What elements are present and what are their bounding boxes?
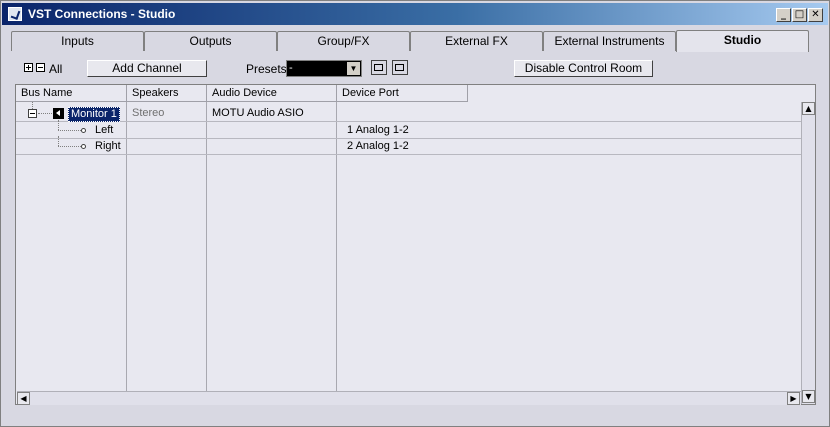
bus-name-left[interactable]: Left — [95, 123, 113, 138]
column-header-bus-name[interactable]: Bus Name — [16, 85, 127, 102]
store-preset-icon — [374, 64, 383, 71]
chevron-down-icon[interactable]: ▼ — [347, 62, 360, 75]
presets-select[interactable]: - ▼ — [286, 60, 362, 77]
device-port-cell[interactable]: 1 Analog 1-2 — [347, 123, 409, 138]
presets-value: - — [289, 62, 293, 74]
tab-bar: Inputs Outputs Group/FX External FX Exte… — [11, 30, 811, 52]
tab-external-fx[interactable]: External FX — [410, 31, 543, 51]
tree-line — [58, 130, 81, 131]
vst-connections-window: VST Connections - Studio _ □ ✕ Inputs Ou… — [0, 0, 830, 427]
bus-name-right[interactable]: Right — [95, 139, 121, 154]
app-icon[interactable] — [8, 7, 22, 21]
tab-outputs[interactable]: Outputs — [144, 31, 277, 51]
vertical-scrollbar[interactable]: ▲ ▼ — [801, 102, 815, 404]
column-header-audio-device[interactable]: Audio Device — [207, 85, 337, 102]
maximize-icon[interactable]: □ — [792, 8, 807, 22]
remove-preset-icon — [395, 64, 404, 71]
all-label: All — [49, 62, 63, 76]
scroll-right-icon[interactable]: ▶ — [787, 392, 800, 405]
table-row[interactable]: Left 1 Analog 1-2 — [16, 120, 801, 139]
store-preset-button[interactable] — [371, 60, 387, 75]
horizontal-scrollbar[interactable]: ◀ ▶ — [17, 391, 801, 405]
tree-line — [58, 120, 59, 130]
expand-all-icon[interactable] — [24, 63, 33, 72]
device-port-cell[interactable]: 2 Analog 1-2 — [347, 139, 409, 154]
tree-line — [32, 102, 33, 109]
close-icon[interactable]: ✕ — [808, 8, 823, 22]
scroll-left-icon[interactable]: ◀ — [17, 392, 30, 405]
tree-line — [38, 113, 52, 114]
tree-line — [58, 136, 59, 146]
minimize-icon[interactable]: _ — [776, 8, 791, 22]
title-bar[interactable]: VST Connections - Studio _ □ ✕ — [2, 3, 828, 25]
table-row[interactable]: Right 2 Analog 1-2 — [16, 136, 801, 155]
add-channel-button[interactable]: Add Channel — [87, 60, 207, 77]
tab-studio[interactable]: Studio — [676, 30, 809, 52]
table-row[interactable]: Monitor 1 Stereo MOTU Audio ASIO — [16, 102, 801, 122]
port-icon — [81, 144, 86, 149]
disable-control-room-button[interactable]: Disable Control Room — [514, 60, 653, 77]
audio-device-cell[interactable]: MOTU Audio ASIO — [212, 106, 304, 121]
port-icon — [81, 128, 86, 133]
connections-table: Bus Name Speakers Audio Device Device Po… — [15, 84, 816, 405]
collapse-all-icon[interactable] — [36, 63, 45, 72]
scroll-up-icon[interactable]: ▲ — [802, 102, 815, 115]
tree-line — [58, 146, 81, 147]
scroll-down-icon[interactable]: ▼ — [802, 390, 815, 403]
tab-group-fx[interactable]: Group/FX — [277, 31, 410, 51]
remove-preset-button[interactable] — [392, 60, 408, 75]
window-title: VST Connections - Studio — [28, 7, 176, 21]
bus-name-monitor[interactable]: Monitor 1 — [68, 107, 120, 122]
speaker-icon — [53, 108, 64, 119]
tab-inputs[interactable]: Inputs — [11, 31, 144, 51]
presets-label: Presets — [246, 62, 287, 76]
speakers-cell[interactable]: Stereo — [132, 106, 164, 121]
column-header-device-port[interactable]: Device Port — [337, 85, 468, 102]
column-header-speakers[interactable]: Speakers — [127, 85, 207, 102]
tab-external-instruments[interactable]: External Instruments — [543, 31, 676, 51]
collapse-icon[interactable] — [28, 109, 37, 118]
